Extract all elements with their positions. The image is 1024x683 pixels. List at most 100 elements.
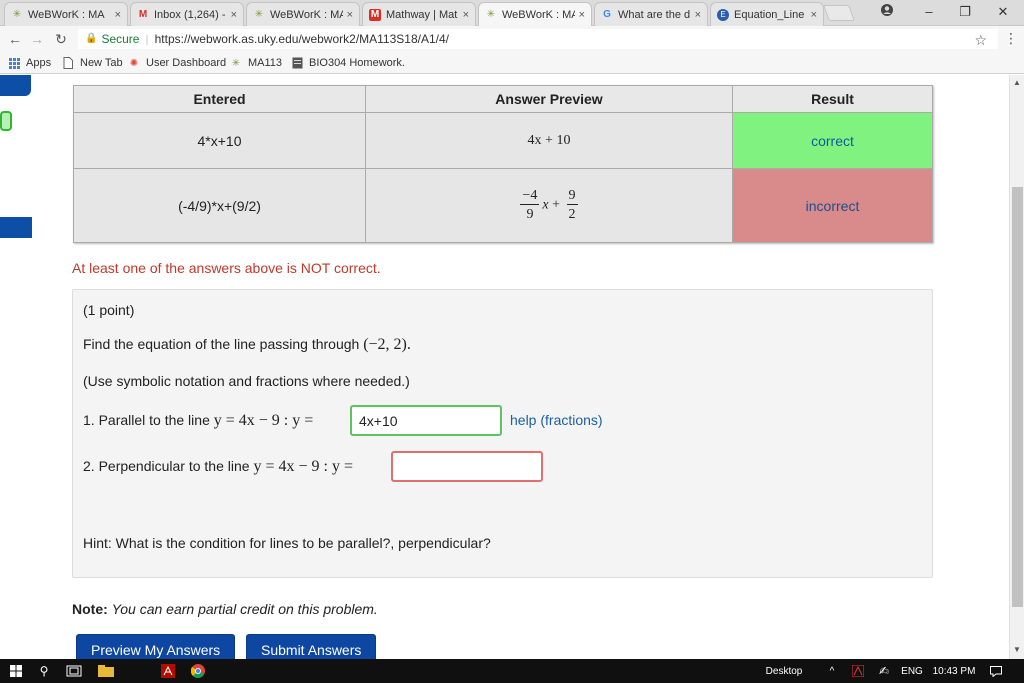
tab-webwork-active[interactable]: ✳ WeBWorK : MA × (478, 2, 592, 27)
webwork-icon: ✳ (231, 57, 241, 69)
tab-inbox[interactable]: M Inbox (1,264) - × (130, 2, 244, 26)
scrollbar-thumb[interactable] (1012, 187, 1023, 607)
problem-box: (1 point) Find the equation of the line … (72, 289, 933, 578)
close-icon[interactable]: × (231, 9, 237, 21)
tab-webwork-2[interactable]: ✳ WeBWorK : MA × (246, 2, 360, 26)
page-viewport: Entered Answer Preview Result 4*x+10 4x … (0, 75, 1024, 659)
tab-equation[interactable]: E Equation_Line × (710, 2, 824, 26)
entered-cell: (-4/9)*x+(9/2) (73, 168, 366, 243)
side-status-indicator (0, 111, 12, 131)
page-icon (62, 57, 74, 69)
webwork-icon: ✳ (12, 8, 22, 20)
close-icon[interactable]: × (695, 9, 701, 21)
restore-button[interactable]: ❐ (950, 3, 980, 21)
close-window-button[interactable]: ✕ (988, 3, 1018, 21)
doc-icon: E (717, 8, 729, 21)
minimize-button[interactable]: – (914, 3, 944, 21)
webwork-icon: ✳ (486, 9, 496, 20)
close-icon[interactable]: × (811, 9, 817, 21)
results-table: Entered Answer Preview Result 4*x+10 4x … (73, 85, 933, 243)
tab-google[interactable]: G What are the d × (594, 2, 708, 26)
problem-statement: Find the equation of the line passing th… (83, 336, 411, 353)
answer-2-input[interactable] (391, 451, 543, 482)
scroll-down-icon[interactable]: ▼ (1013, 645, 1021, 654)
close-icon[interactable]: × (347, 9, 353, 21)
bookmark-user-dashboard[interactable]: ✺ User Dashboard (128, 55, 226, 71)
close-icon[interactable]: × (463, 9, 469, 21)
bookmark-apps[interactable]: Apps (8, 55, 51, 71)
file-explorer-icon[interactable] (96, 662, 116, 680)
bookmark-bio304[interactable]: BIO304 Homework. (291, 55, 405, 71)
question-1: 1. Parallel to the line y = 4x − 9 : y = (83, 412, 314, 429)
url-text: https://webwork.as.uky.edu/webwork2/MA11… (154, 32, 449, 46)
google-icon: G (603, 8, 611, 20)
reload-icon[interactable]: ↻ (52, 30, 70, 48)
tab-strip: ✳ WeBWorK : MA × M Inbox (1,264) - × ✳ W… (0, 0, 1024, 27)
notification-icon[interactable] (988, 662, 1004, 680)
question-2: 2. Perpendicular to the line y = 4x − 9 … (83, 458, 353, 475)
tab-mathway[interactable]: M Mathway | Mat × (362, 2, 476, 26)
header-answer-preview: Answer Preview (365, 85, 733, 113)
forward-icon[interactable]: → (28, 30, 46, 48)
close-icon[interactable]: × (115, 9, 121, 21)
table-row: 4*x+10 4x + 10 correct (73, 112, 933, 169)
language-indicator[interactable]: ENG (900, 662, 924, 680)
header-result: Result (732, 85, 933, 113)
tab-webwork-1[interactable]: ✳ WeBWorK : MA × (4, 2, 128, 26)
hint-text: Hint: What is the condition for lines to… (83, 535, 491, 551)
webwork-icon: ✳ (254, 8, 264, 20)
side-nav-tab[interactable] (0, 75, 31, 96)
submit-answers-button[interactable]: Submit Answers (246, 634, 377, 659)
preview-answers-button[interactable]: Preview My Answers (76, 634, 236, 659)
address-bar[interactable]: 🔒 Secure | https://webwork.as.uky.edu/we… (78, 29, 998, 49)
new-tab-button[interactable] (823, 5, 855, 21)
acrobat-icon[interactable] (158, 662, 178, 680)
profile-icon[interactable] (872, 3, 902, 21)
fraction: 9 2 (566, 188, 578, 222)
back-icon[interactable]: ← (6, 30, 24, 48)
menu-icon[interactable]: ⋮ (1004, 30, 1018, 47)
chevron-up-icon[interactable]: ^ (826, 662, 838, 680)
lock-icon: 🔒 (85, 33, 98, 44)
result-correct-cell: correct (732, 112, 933, 169)
bookmarks-bar: Apps New Tab ✺ User Dashboard ✳ MA113 BI… (0, 52, 1024, 74)
help-fractions-link[interactable]: help (fractions) (510, 412, 603, 428)
task-view-icon[interactable] (64, 662, 84, 680)
bookmark-new-tab[interactable]: New Tab (62, 55, 123, 71)
clock[interactable]: 10:43 PM (930, 662, 978, 680)
chrome-icon[interactable] (188, 662, 208, 680)
star-icon[interactable]: ☆ (974, 30, 987, 50)
taskbar: ⚲ Desktop ^ ✍ ENG 10:43 PM (0, 659, 1024, 683)
partial-credit-note: Note: You can earn partial credit on thi… (72, 601, 378, 617)
side-nav-tab[interactable] (0, 217, 32, 238)
dashboard-icon: ✺ (129, 57, 139, 69)
secure-label: Secure (101, 32, 140, 46)
acrobat-tray-icon[interactable] (850, 662, 866, 680)
table-row: (-4/9)*x+(9/2) −4 9 x + 9 2 incorrect (73, 168, 933, 243)
windows-start-icon[interactable] (8, 662, 24, 680)
pen-icon[interactable]: ✍ (876, 662, 892, 680)
answer-1-input[interactable]: 4x+10 (350, 405, 502, 436)
browser-toolbar: ← → ↻ 🔒 Secure | https://webwork.as.uky.… (0, 26, 1024, 52)
bookmark-ma113[interactable]: ✳ MA113 (230, 55, 282, 71)
entered-cell: 4*x+10 (73, 112, 366, 169)
preview-cell: 4x + 10 (365, 112, 733, 169)
problem-instructions: (Use symbolic notation and fractions whe… (83, 373, 410, 389)
incorrect-warning: At least one of the answers above is NOT… (72, 260, 381, 276)
header-entered: Entered (73, 85, 366, 113)
point-coordinates: (−2, 2). (363, 336, 411, 353)
search-icon[interactable]: ⚲ (36, 662, 52, 680)
results-header-row: Entered Answer Preview Result (73, 85, 933, 113)
fraction: −4 9 (520, 188, 540, 222)
page-scrollbar[interactable]: ▲ ▼ (1009, 75, 1024, 659)
result-incorrect-cell: incorrect (732, 168, 933, 243)
mathway-icon: M (369, 8, 381, 21)
preview-cell: −4 9 x + 9 2 (365, 168, 733, 243)
notebook-icon (291, 57, 303, 69)
apps-grid-icon (8, 57, 20, 69)
scroll-up-icon[interactable]: ▲ (1013, 78, 1021, 87)
close-icon[interactable]: × (579, 9, 585, 21)
desktop-label[interactable]: Desktop (762, 662, 806, 680)
gmail-icon: M (138, 8, 148, 20)
problem-points: (1 point) (83, 302, 135, 318)
